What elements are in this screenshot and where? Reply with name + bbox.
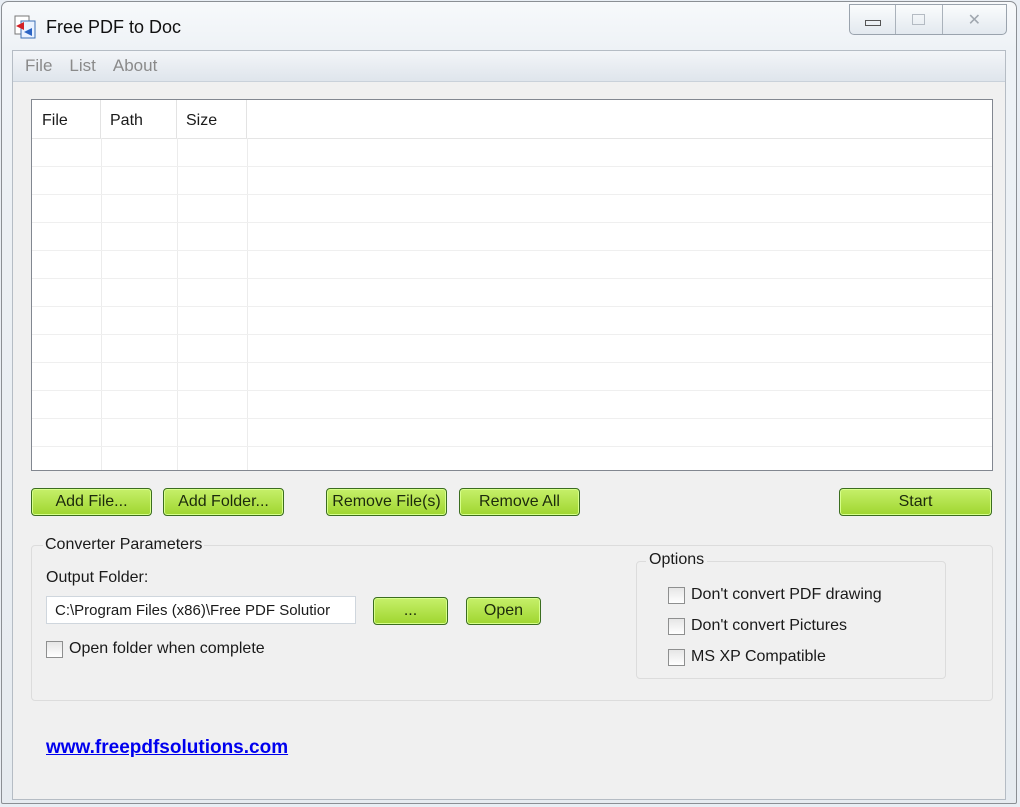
no-pictures-checkbox[interactable] — [668, 617, 685, 635]
file-list-rows — [32, 138, 992, 470]
open-button[interactable]: Open — [466, 597, 541, 625]
minimize-button[interactable] — [850, 5, 897, 34]
list-row — [32, 138, 992, 167]
option-ms-xp-compatible[interactable]: MS XP Compatible — [668, 648, 826, 666]
list-row — [32, 194, 992, 223]
website-link[interactable]: www.freepdfsolutions.com — [46, 737, 288, 759]
caption-buttons: ✕ — [849, 4, 1007, 35]
option-no-pdf-drawing[interactable]: Don't convert PDF drawing — [668, 586, 882, 604]
remove-files-button[interactable]: Remove File(s) — [326, 488, 447, 516]
ms-xp-compatible-label: MS XP Compatible — [691, 648, 826, 665]
add-folder-button[interactable]: Add Folder... — [163, 488, 284, 516]
file-list[interactable]: File Path Size — [31, 99, 993, 471]
list-row — [32, 222, 992, 251]
open-when-complete-checkbox[interactable] — [46, 640, 63, 658]
add-file-button[interactable]: Add File... — [31, 488, 152, 516]
menu-file[interactable]: File — [25, 56, 52, 76]
list-row — [32, 278, 992, 307]
no-pdf-drawing-checkbox[interactable] — [668, 586, 685, 604]
app-window: Free PDF to Doc ✕ File List About File P… — [1, 1, 1017, 804]
menu-list[interactable]: List — [69, 56, 95, 76]
no-pdf-drawing-label: Don't convert PDF drawing — [691, 586, 882, 603]
close-button[interactable]: ✕ — [943, 5, 1006, 34]
list-row — [32, 446, 992, 470]
no-pictures-label: Don't convert Pictures — [691, 617, 848, 634]
column-header-path[interactable]: Path — [101, 100, 177, 138]
app-logo-icon — [14, 15, 36, 39]
close-icon: ✕ — [967, 11, 981, 29]
list-row — [32, 334, 992, 363]
output-folder-label: Output Folder: — [46, 569, 149, 586]
menu-about[interactable]: About — [113, 56, 157, 76]
output-folder-field[interactable]: C:\Program Files (x86)\Free PDF Solutior — [46, 596, 356, 624]
converter-parameters-label: Converter Parameters — [43, 536, 205, 554]
remove-all-button[interactable]: Remove All — [459, 488, 580, 516]
list-row — [32, 418, 992, 447]
title-bar[interactable]: Free PDF to Doc ✕ — [2, 2, 1016, 50]
start-button[interactable]: Start — [839, 488, 992, 516]
column-header-size[interactable]: Size — [177, 100, 247, 138]
open-when-complete-option[interactable]: Open folder when complete — [46, 640, 265, 658]
menu-bar: File List About — [13, 51, 1005, 82]
list-row — [32, 166, 992, 195]
list-row — [32, 250, 992, 279]
list-row — [32, 390, 992, 419]
list-row — [32, 306, 992, 335]
maximize-button[interactable] — [896, 5, 943, 34]
client-area: File List About File Path Size Add File.… — [12, 50, 1006, 800]
list-row — [32, 362, 992, 391]
ms-xp-compatible-checkbox[interactable] — [668, 648, 685, 666]
options-label: Options — [646, 551, 708, 569]
option-no-pictures[interactable]: Don't convert Pictures — [668, 617, 847, 635]
file-list-header: File Path Size — [32, 100, 992, 139]
open-when-complete-label: Open folder when complete — [69, 640, 265, 657]
window-title: Free PDF to Doc — [46, 17, 182, 37]
column-header-file[interactable]: File — [32, 100, 101, 138]
browse-button[interactable]: ... — [373, 597, 448, 625]
